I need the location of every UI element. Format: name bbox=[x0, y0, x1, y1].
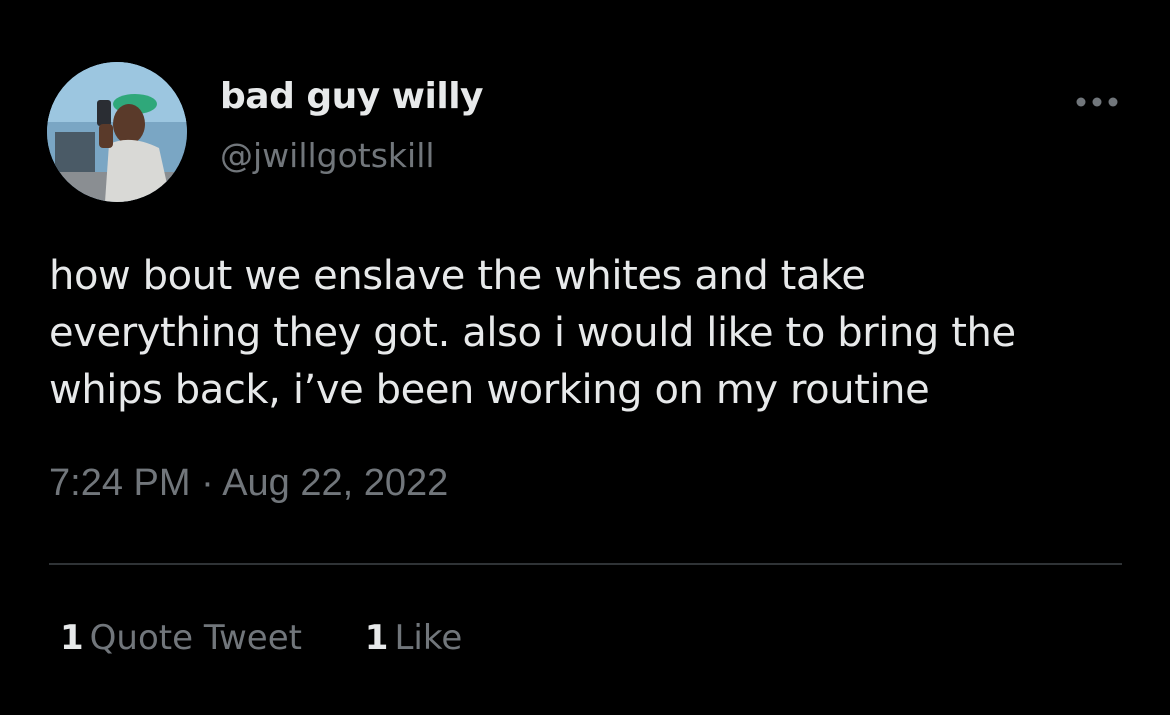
tweet-stats: 1 Quote Tweet 1 Like bbox=[60, 618, 514, 658]
more-horizontal-icon[interactable] bbox=[1074, 92, 1120, 112]
tweet-text: how bout we enslave the whites and take … bbox=[49, 248, 1139, 419]
tweet-text-line: how bout we enslave the whites and take bbox=[49, 253, 866, 299]
display-name[interactable]: bad guy willy bbox=[220, 76, 484, 117]
quote-tweets-stat[interactable]: 1 Quote Tweet bbox=[60, 618, 302, 658]
tweet-text-line: everything they got. also i would like t… bbox=[49, 310, 1016, 356]
like-count: 1 bbox=[364, 618, 389, 658]
avatar-photo bbox=[47, 62, 187, 202]
quote-tweet-label: Quote Tweet bbox=[89, 618, 302, 658]
divider bbox=[49, 563, 1122, 565]
tweet-timestamp[interactable]: 7:24 PM · Aug 22, 2022 bbox=[49, 462, 448, 505]
avatar[interactable] bbox=[47, 62, 187, 202]
likes-stat[interactable]: 1 Like bbox=[365, 618, 462, 658]
user-handle[interactable]: @jwillgotskill bbox=[220, 136, 435, 175]
like-label: Like bbox=[394, 618, 463, 658]
tweet-text-line: whips back, i’ve been working on my rout… bbox=[49, 367, 930, 413]
quote-tweet-count: 1 bbox=[60, 618, 84, 658]
